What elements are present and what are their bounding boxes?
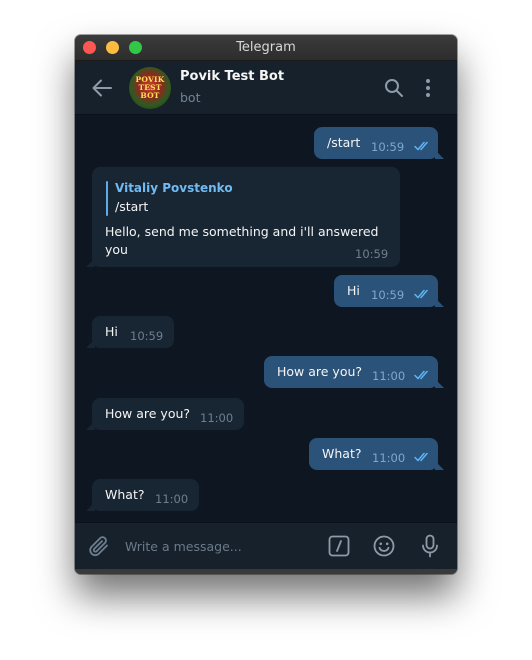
message-text: What?	[322, 446, 362, 461]
reply-quote-bar	[106, 181, 108, 216]
message-time: 11:00	[155, 492, 189, 506]
message-list[interactable]: /start 10:59 Vitaliy Povstenko /start He…	[75, 115, 457, 521]
incoming-message[interactable]: How are you? 11:00	[86, 398, 244, 430]
message-text: How are you?	[105, 406, 191, 421]
outgoing-message[interactable]: How are you? 11:00	[264, 356, 444, 388]
message-text-line: you	[105, 242, 128, 257]
chat-status: bot	[180, 90, 201, 105]
reply-text: /start	[115, 199, 149, 214]
outgoing-message[interactable]: What? 11:00	[309, 438, 444, 470]
window-bottom-edge	[75, 569, 457, 574]
avatar[interactable]: POVIK TEST BOT	[129, 67, 171, 109]
back-arrow-icon[interactable]	[92, 79, 112, 97]
paperclip-icon[interactable]	[87, 534, 111, 558]
double-check-icon	[414, 370, 428, 380]
chat-title[interactable]: Povik Test Bot	[180, 69, 284, 84]
message-time: 10:59	[130, 329, 164, 343]
message-text: /start	[327, 135, 361, 150]
message-text: How are you?	[277, 364, 363, 379]
message-time: 10:59	[371, 288, 405, 302]
message-composer	[75, 522, 457, 569]
message-text: Hi	[105, 324, 118, 339]
message-time: 11:00	[200, 411, 234, 425]
incoming-message[interactable]: Hi 10:59	[86, 316, 174, 348]
window-title: Telegram	[236, 40, 296, 55]
message-text-line: Hello, send me something and i'll answer…	[105, 224, 379, 239]
message-text: What?	[105, 487, 145, 502]
message-time: 10:59	[371, 140, 405, 154]
avatar-text: POVIK TEST BOT	[135, 75, 165, 100]
double-check-icon	[414, 452, 428, 462]
incoming-message[interactable]: What? 11:00	[86, 479, 199, 511]
outgoing-message[interactable]: /start 10:59	[314, 127, 444, 159]
message-input[interactable]	[125, 534, 315, 558]
reply-author[interactable]: Vitaliy Povstenko	[115, 181, 233, 195]
bot-commands-icon[interactable]	[328, 535, 350, 557]
telegram-window: Telegram POVIK TEST BOT Povik Test Bot bot…	[75, 35, 457, 574]
double-check-icon	[414, 289, 428, 299]
emoji-icon[interactable]	[373, 535, 395, 557]
message-time: 11:00	[372, 451, 406, 465]
title-bar: Telegram	[75, 35, 457, 61]
search-icon[interactable]	[384, 78, 404, 98]
more-vertical-icon[interactable]	[423, 77, 433, 99]
incoming-message[interactable]: Vitaliy Povstenko /start Hello, send me …	[86, 167, 400, 267]
message-text: Hi	[347, 283, 360, 298]
message-time: 10:59	[355, 247, 389, 261]
microphone-icon[interactable]	[421, 534, 439, 558]
double-check-icon	[414, 141, 428, 151]
outgoing-message[interactable]: Hi 10:59	[334, 275, 444, 307]
message-time: 11:00	[372, 369, 406, 383]
chat-header: POVIK TEST BOT Povik Test Bot bot	[75, 61, 457, 115]
